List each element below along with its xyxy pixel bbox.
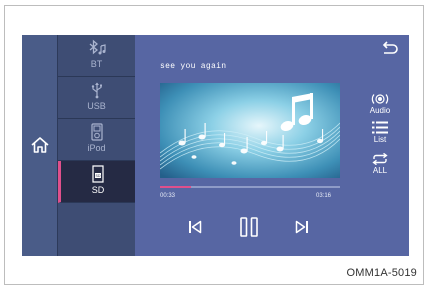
audio-icon xyxy=(371,94,389,104)
source-label: USB xyxy=(87,101,106,111)
source-label: SD xyxy=(91,185,105,195)
home-button[interactable] xyxy=(26,131,54,159)
list-label: List xyxy=(373,135,387,144)
source-bt[interactable]: BT xyxy=(58,35,135,77)
list-button[interactable]: List xyxy=(360,121,400,144)
album-art xyxy=(160,83,340,178)
previous-button[interactable] xyxy=(184,216,206,238)
progress-fill xyxy=(160,186,191,188)
source-sd[interactable]: SD SD xyxy=(58,161,135,203)
home-icon xyxy=(31,137,49,153)
home-column xyxy=(22,35,58,256)
total-time: 03:16 xyxy=(316,193,332,199)
audio-label: Audio xyxy=(369,106,391,115)
bluetooth-music-icon xyxy=(89,39,106,55)
audio-button[interactable]: Audio xyxy=(360,93,400,115)
back-arrow-icon xyxy=(382,41,398,54)
usb-icon xyxy=(91,82,102,99)
source-label: iPod xyxy=(87,143,106,153)
repeat-label: ALL xyxy=(372,166,388,175)
repeat-icon xyxy=(372,153,388,165)
elapsed-time: 00:33 xyxy=(160,193,176,199)
next-button[interactable] xyxy=(291,216,313,238)
music-notes-artwork xyxy=(160,83,340,178)
pause-button[interactable] xyxy=(238,216,260,238)
media-screen: BT USB iPod SD SD see you again Audio Li… xyxy=(22,35,409,256)
figure-caption: OMM1A-5019 xyxy=(346,267,417,279)
source-empty-slot xyxy=(58,203,135,256)
source-column: BT USB iPod SD SD xyxy=(58,35,135,256)
now-playing-panel: see you again Audio List ALL 00:33 03:16 xyxy=(135,35,409,256)
pause-icon xyxy=(240,217,258,237)
repeat-button[interactable]: ALL xyxy=(360,153,400,175)
skip-next-icon xyxy=(295,220,308,234)
back-button[interactable] xyxy=(381,41,399,55)
ipod-icon xyxy=(90,123,103,141)
track-title: see you again xyxy=(160,62,227,71)
source-label: BT xyxy=(90,59,103,69)
list-icon xyxy=(372,121,388,134)
svg-text:SD: SD xyxy=(96,174,101,178)
progress-bar[interactable] xyxy=(160,186,340,188)
source-usb[interactable]: USB xyxy=(58,77,135,119)
skip-previous-icon xyxy=(189,220,202,234)
source-ipod[interactable]: iPod xyxy=(58,119,135,161)
sd-card-icon: SD xyxy=(92,165,104,183)
